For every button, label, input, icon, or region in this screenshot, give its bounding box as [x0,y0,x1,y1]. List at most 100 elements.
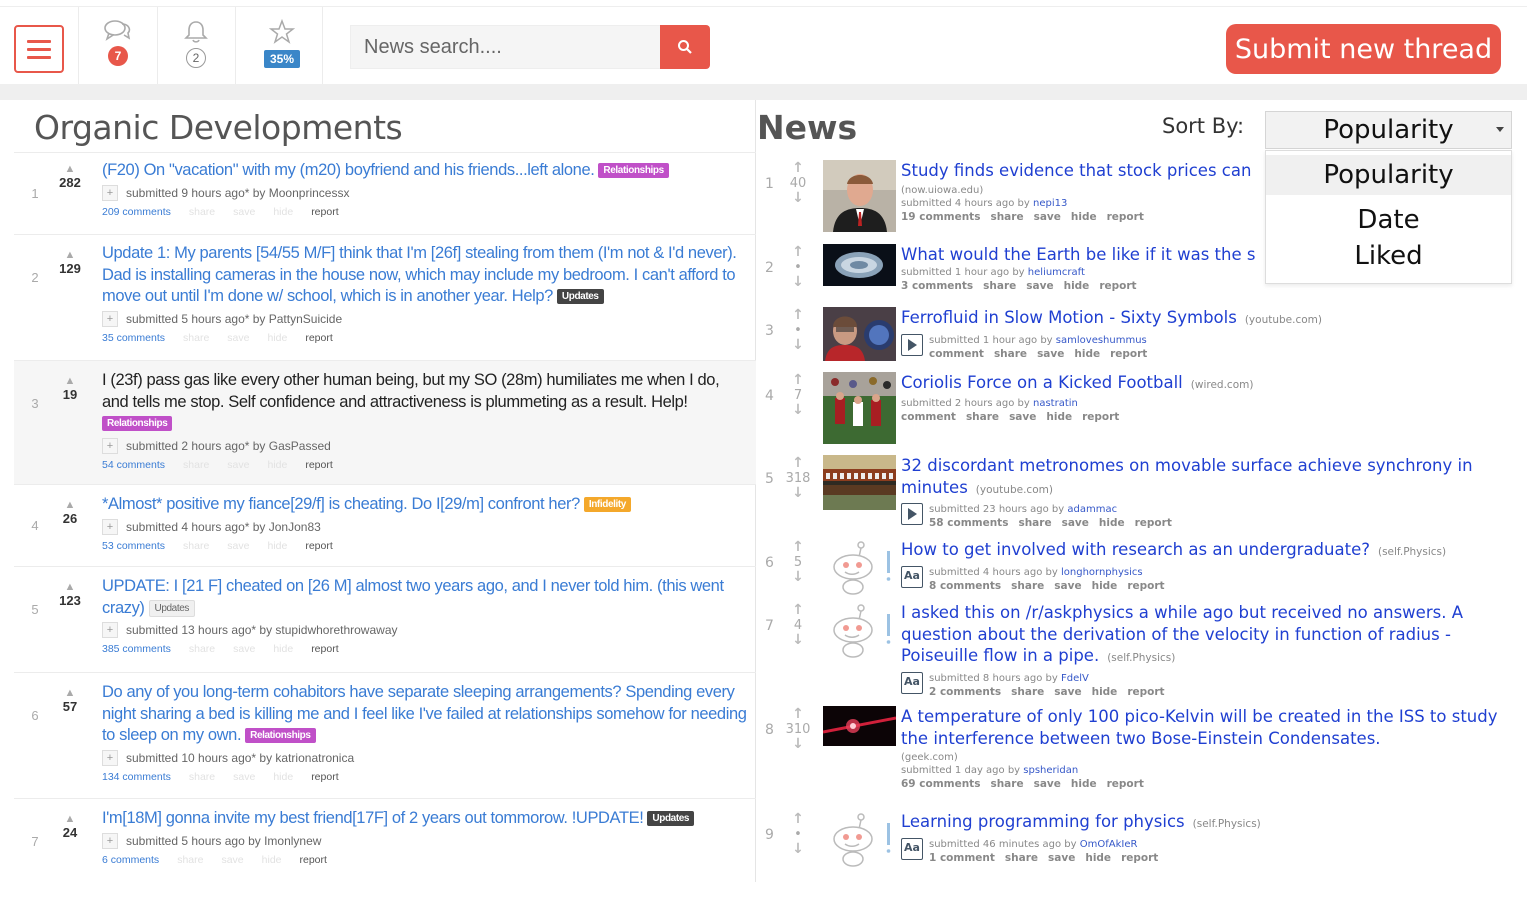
upvote-arrow-icon[interactable]: ↑ [785,812,811,827]
hide-link[interactable]: hide [1092,685,1118,700]
comments-link[interactable]: 3 comments [901,279,973,294]
post-title-link[interactable]: UPDATE: I [21 F] cheated on [26 M] almos… [102,577,724,617]
save-link[interactable]: save [1062,516,1089,531]
sort-option-popularity[interactable]: Popularity [1266,155,1511,195]
hide-link[interactable]: hide [273,643,293,655]
hide-link[interactable]: hide [273,206,293,218]
downvote-arrow-icon[interactable]: ↓ [785,191,811,206]
comment-link[interactable]: comment [929,347,984,362]
report-link[interactable]: report [1135,516,1172,531]
news-domain[interactable]: (youtube.com) [1245,314,1322,326]
comments-link[interactable]: 8 comments [929,579,1001,594]
share-link[interactable]: share [966,410,999,425]
sort-dropdown[interactable]: Popularity [1265,111,1512,149]
news-author-link[interactable]: FdelV [1061,673,1089,684]
self-post-thumbnail[interactable] [823,539,896,595]
favorites-button[interactable]: 35% [262,19,302,79]
downvote-arrow-icon[interactable]: ↓ [785,486,811,501]
upvote-arrow-icon[interactable]: ↑ [785,540,811,555]
comments-link[interactable]: 209 comments [102,206,171,218]
video-play-icon[interactable] [901,503,923,525]
news-title-link[interactable]: Coriolis Force on a Kicked Football [901,373,1183,392]
sort-option-liked[interactable]: Liked [1266,239,1511,273]
news-thumbnail[interactable] [823,307,896,361]
news-title-link[interactable]: Learning programming for physics [901,812,1185,831]
expand-icon[interactable]: + [102,518,118,535]
share-link[interactable]: share [990,210,1023,225]
hide-link[interactable]: hide [267,540,287,552]
comments-link[interactable]: 6 comments [102,854,159,866]
upvote-arrow-icon[interactable]: ↑ [785,161,811,176]
news-domain[interactable]: (self.Physics) [1107,652,1175,664]
share-link[interactable]: share [994,347,1027,362]
share-link[interactable]: share [1005,851,1038,866]
text-post-icon[interactable]: Aa [901,837,923,860]
comments-link[interactable]: 58 comments [929,516,1008,531]
comments-link[interactable]: 35 comments [102,332,165,344]
flair-tag[interactable]: Infidelity [583,497,631,512]
hide-link[interactable]: hide [262,854,282,866]
menu-button[interactable] [14,25,64,73]
comments-link[interactable]: 53 comments [102,540,165,552]
save-link[interactable]: save [227,332,249,344]
news-domain[interactable]: (wired.com) [1191,379,1254,391]
upvote-arrow-icon[interactable]: ▲ [52,163,88,175]
news-domain[interactable]: (youtube.com) [976,484,1053,496]
news-domain[interactable]: (self.Physics) [1378,546,1446,558]
hide-link[interactable]: hide [267,332,287,344]
save-link[interactable]: save [1037,347,1064,362]
report-link[interactable]: report [1082,410,1119,425]
messages-button[interactable]: 7 [98,19,138,79]
upvote-arrow-icon[interactable]: ▲ [52,499,88,511]
report-link[interactable]: report [300,854,327,866]
news-thumbnail[interactable] [823,455,896,510]
flair-tag[interactable]: Relationships [598,163,669,178]
text-post-icon[interactable]: Aa [901,565,923,588]
comments-link[interactable]: 19 comments [901,210,980,225]
post-title-link[interactable]: Do any of you long-term cohabitors have … [102,683,747,744]
hide-link[interactable]: hide [1064,279,1090,294]
share-link[interactable]: share [183,540,209,552]
save-link[interactable]: save [233,206,255,218]
downvote-arrow-icon[interactable]: ↓ [785,338,811,353]
flair-tag[interactable]: Updates [556,289,604,304]
upvote-arrow-icon[interactable]: ↑ [785,456,811,471]
expand-icon[interactable]: + [102,622,118,638]
save-link[interactable]: save [1009,410,1036,425]
save-link[interactable]: save [233,643,255,655]
upvote-arrow-icon[interactable]: ↑ [785,707,811,722]
hide-link[interactable]: hide [1085,851,1111,866]
news-domain[interactable]: (geek.com) [901,751,1501,764]
share-link[interactable]: share [189,206,215,218]
news-thumbnail[interactable] [823,706,896,746]
news-title-link[interactable]: Ferrofluid in Slow Motion - Sixty Symbol… [901,308,1237,327]
save-link[interactable]: save [221,854,243,866]
report-link[interactable]: report [1127,579,1164,594]
downvote-arrow-icon[interactable]: ↓ [785,570,811,585]
comment-link[interactable]: comment [901,410,956,425]
downvote-arrow-icon[interactable]: ↓ [785,275,811,290]
report-link[interactable]: report [305,332,332,344]
share-link[interactable]: share [1018,516,1051,531]
save-link[interactable]: save [1034,210,1061,225]
news-author-link[interactable]: heliumcraft [1028,267,1085,278]
share-link[interactable]: share [1011,579,1044,594]
comments-link[interactable]: 2 comments [929,685,1001,700]
news-author-link[interactable]: spsheridan [1023,765,1078,776]
post-title-link[interactable]: Update 1: My parents [54/55 M/F] think t… [102,244,737,305]
news-author-link[interactable]: samloveshummus [1056,335,1147,346]
report-link[interactable]: report [311,643,338,655]
news-title-link[interactable]: How to get involved with research as an … [901,540,1370,559]
expand-icon[interactable]: + [102,749,118,766]
share-link[interactable]: share [983,279,1016,294]
hide-link[interactable]: hide [1092,579,1118,594]
save-link[interactable]: save [1054,685,1081,700]
share-link[interactable]: share [1011,685,1044,700]
report-link[interactable]: report [311,771,338,783]
hide-link[interactable]: hide [1046,410,1072,425]
news-title-link[interactable]: I asked this on /r/askphysics a while ag… [901,603,1463,665]
report-link[interactable]: report [1127,685,1164,700]
news-author-link[interactable]: nepi13 [1033,198,1067,209]
upvote-arrow-icon[interactable]: ↑ [785,373,811,388]
comments-link[interactable]: 385 comments [102,643,171,655]
